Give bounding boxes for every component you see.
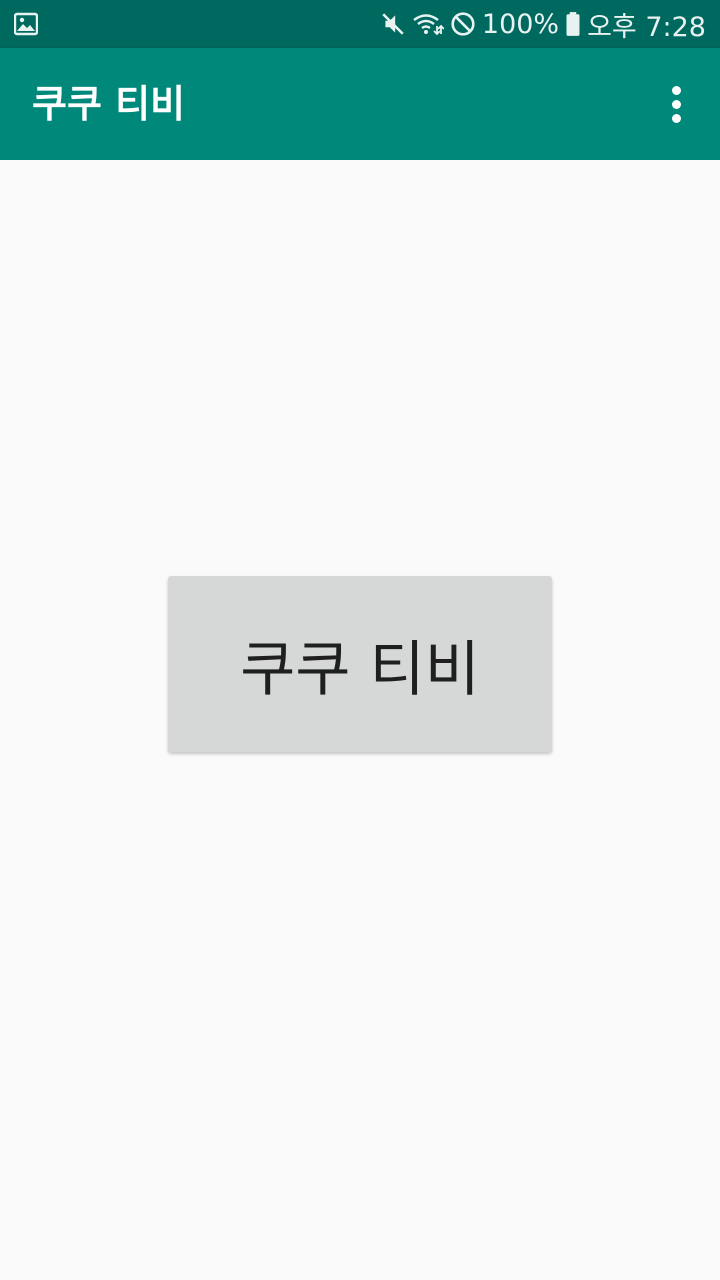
app-bar: 쿠쿠 티비 bbox=[0, 48, 720, 160]
mute-icon bbox=[380, 11, 406, 37]
battery-percent: 100% bbox=[481, 8, 560, 40]
battery-icon bbox=[565, 11, 581, 37]
wifi-icon bbox=[412, 11, 444, 37]
app-title: 쿠쿠 티비 bbox=[32, 82, 186, 126]
main-content: 쿠쿠 티비 bbox=[0, 160, 720, 1280]
status-time: 오후 7:28 bbox=[587, 11, 706, 43]
block-icon bbox=[450, 11, 476, 37]
overflow-menu-icon[interactable] bbox=[656, 84, 696, 124]
status-bar: 100% 오후 7:28 bbox=[0, 0, 720, 48]
gallery-icon bbox=[13, 12, 39, 36]
cuckoo-tv-button[interactable]: 쿠쿠 티비 bbox=[168, 576, 552, 752]
